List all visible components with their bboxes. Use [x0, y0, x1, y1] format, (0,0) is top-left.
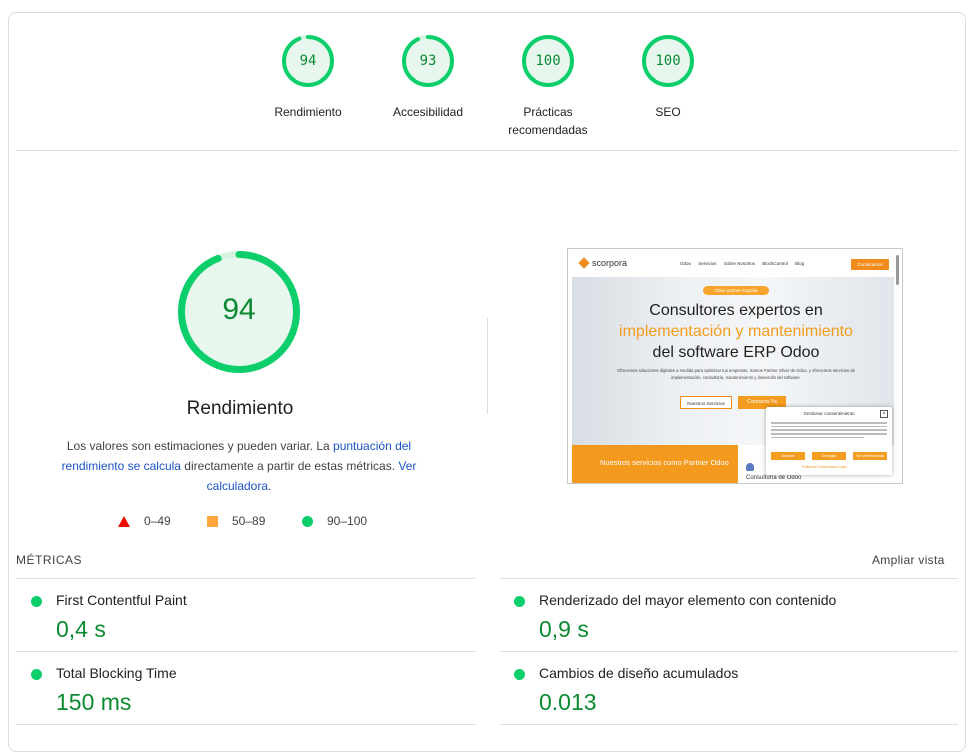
expand-view-toggle[interactable]: Ampliar vista [872, 553, 945, 567]
thumb-orange-text: Nuestros servicios como Partner Odoo [600, 458, 729, 467]
performance-title: Rendimiento [186, 398, 294, 419]
description-text: . [268, 479, 272, 493]
legend-fail-label: 0–49 [144, 514, 171, 528]
legend-average: 50–89 [207, 514, 265, 528]
thumb-logo: scorpora [578, 257, 628, 269]
description-text: directamente a partir de estas métricas. [180, 459, 399, 473]
legend-pass: 90–100 [302, 514, 367, 528]
thumb-headline-1: Consultores expertos en [649, 302, 823, 319]
final-screenshot-thumbnail[interactable]: scorpora Odoo Servicios Sobre Nosotros B… [567, 248, 903, 484]
divider [500, 651, 958, 652]
pass-circle-icon [514, 669, 525, 680]
legend-average-label: 50–89 [232, 514, 266, 528]
gauge-label: Prácticas recomendadas [508, 105, 588, 137]
performance-score: 94 [222, 293, 256, 326]
gauge-performance[interactable]: 94 Rendimiento [258, 35, 358, 121]
gauge-ring: 94 [282, 35, 334, 87]
thumb-menu-item: Blog [795, 261, 805, 266]
thumb-services-button: Nuestros Servicios [680, 396, 732, 409]
metrics-heading: MÉTRICAS [16, 553, 83, 567]
scorpora-logo-icon [578, 257, 590, 269]
gauge-score: 100 [655, 53, 681, 69]
thumb-menu: Odoo Servicios Sobre Nosotros BlockContr… [680, 261, 810, 266]
gauge-score: 94 [299, 53, 317, 69]
thumb-contact-button: Contáctanos [851, 259, 889, 270]
thumb-person-icon [746, 463, 754, 471]
metric-name: Cambios de diseño acumulados [539, 665, 739, 681]
metric-name: Total Blocking Time [56, 665, 177, 681]
cookie-title: Gestionar consentimiento [803, 411, 855, 416]
divider [16, 724, 475, 725]
thumb-navbar: scorpora Odoo Servicios Sobre Nosotros B… [568, 249, 902, 277]
thumb-white-text: Consultoría de Odoo [746, 475, 802, 481]
gauge-seo[interactable]: 100 SEO [618, 35, 718, 121]
thumb-scrollbar [896, 255, 899, 285]
thumb-menu-item: Servicios [698, 261, 717, 266]
pass-circle-icon [31, 596, 42, 607]
gauge-score: 93 [419, 53, 437, 69]
gauge-label: Rendimiento [274, 105, 342, 119]
legend-pass-label: 90–100 [327, 514, 368, 528]
thumb-menu-item: Sobre Nosotros [723, 261, 756, 266]
divider [16, 651, 475, 652]
thumb-menu-item: BlockControl [762, 261, 788, 266]
average-square-icon [207, 515, 218, 527]
cookie-preferences-button: Ver preferencias [853, 452, 887, 460]
metric-value: 150 ms [56, 689, 132, 715]
metric-value: 0,4 s [56, 616, 106, 642]
thumb-subtext: Ofrecemos soluciones digitales a medida … [617, 368, 855, 380]
thumb-pill: Odoo partner España [703, 286, 769, 295]
legend-fail: 0–49 [118, 514, 171, 528]
cookie-links: Política de Cookies Aviso Legal [802, 465, 847, 469]
cookie-accept-button: Aceptar [771, 452, 805, 460]
divider [16, 578, 475, 579]
divider [500, 578, 958, 579]
fail-triangle-icon [118, 515, 130, 527]
thumb-headline-2: implementación y mantenimiento [619, 323, 853, 340]
cookie-deny-button: Denegar [812, 452, 846, 460]
pass-circle-icon [514, 596, 525, 607]
gauge-ring: 93 [402, 35, 454, 87]
gauge-ring: 100 [522, 35, 574, 87]
gauge-best-practices[interactable]: 100 Prácticas recomendadas [488, 35, 608, 139]
thumb-headline-3: del software ERP Odoo [652, 344, 820, 361]
vertical-divider [487, 318, 488, 414]
thumb-menu-item: Odoo [680, 261, 692, 266]
cookie-text-lines [771, 422, 887, 440]
gauge-label: SEO [655, 105, 681, 119]
pass-circle-icon [302, 515, 313, 527]
metric-value: 0.013 [539, 689, 597, 715]
pass-circle-icon [31, 669, 42, 680]
description-text: Los valores son estimaciones y pueden va… [66, 439, 334, 453]
metric-name: First Contentful Paint [56, 592, 187, 608]
divider [500, 724, 958, 725]
cookie-close-icon: × [880, 410, 888, 418]
gauge-label: Accesibilidad [392, 105, 464, 119]
gauge-score: 100 [535, 53, 561, 69]
divider [16, 150, 958, 151]
performance-description: Los valores son estimaciones y pueden va… [52, 436, 426, 496]
metric-name: Renderizado del mayor elemento con conte… [539, 592, 837, 608]
gauge-accessibility[interactable]: 93 Accesibilidad [378, 35, 478, 121]
gauge-ring: 100 [642, 35, 694, 87]
thumb-cookie-dialog: Gestionar consentimiento × Aceptar Deneg… [766, 407, 892, 475]
metric-value: 0,9 s [539, 616, 589, 642]
thumb-logo-text: scorpora [592, 258, 628, 268]
